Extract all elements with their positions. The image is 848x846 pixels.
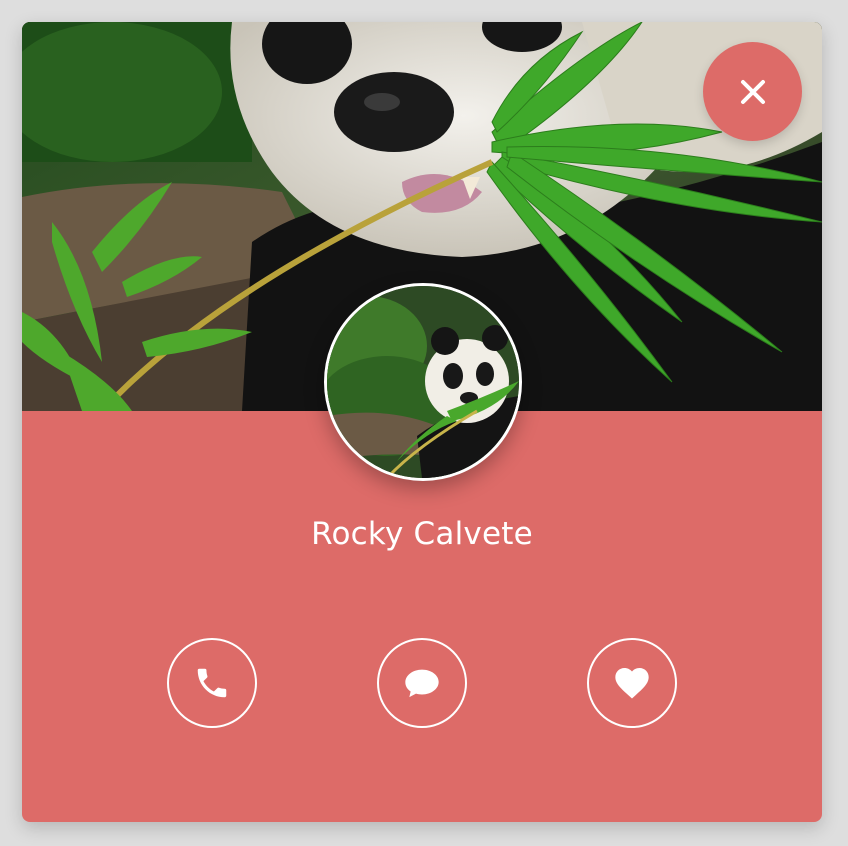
message-button[interactable] xyxy=(377,638,467,728)
phone-icon xyxy=(193,664,231,702)
profile-name: Rocky Calvete xyxy=(311,516,533,552)
profile-card: Rocky Calvete xyxy=(22,22,822,822)
call-button[interactable] xyxy=(167,638,257,728)
avatar xyxy=(324,283,522,481)
heart-icon xyxy=(612,663,652,703)
like-button[interactable] xyxy=(587,638,677,728)
close-icon xyxy=(740,79,766,105)
close-button[interactable] xyxy=(703,42,802,141)
chat-bubble-icon xyxy=(402,663,442,703)
